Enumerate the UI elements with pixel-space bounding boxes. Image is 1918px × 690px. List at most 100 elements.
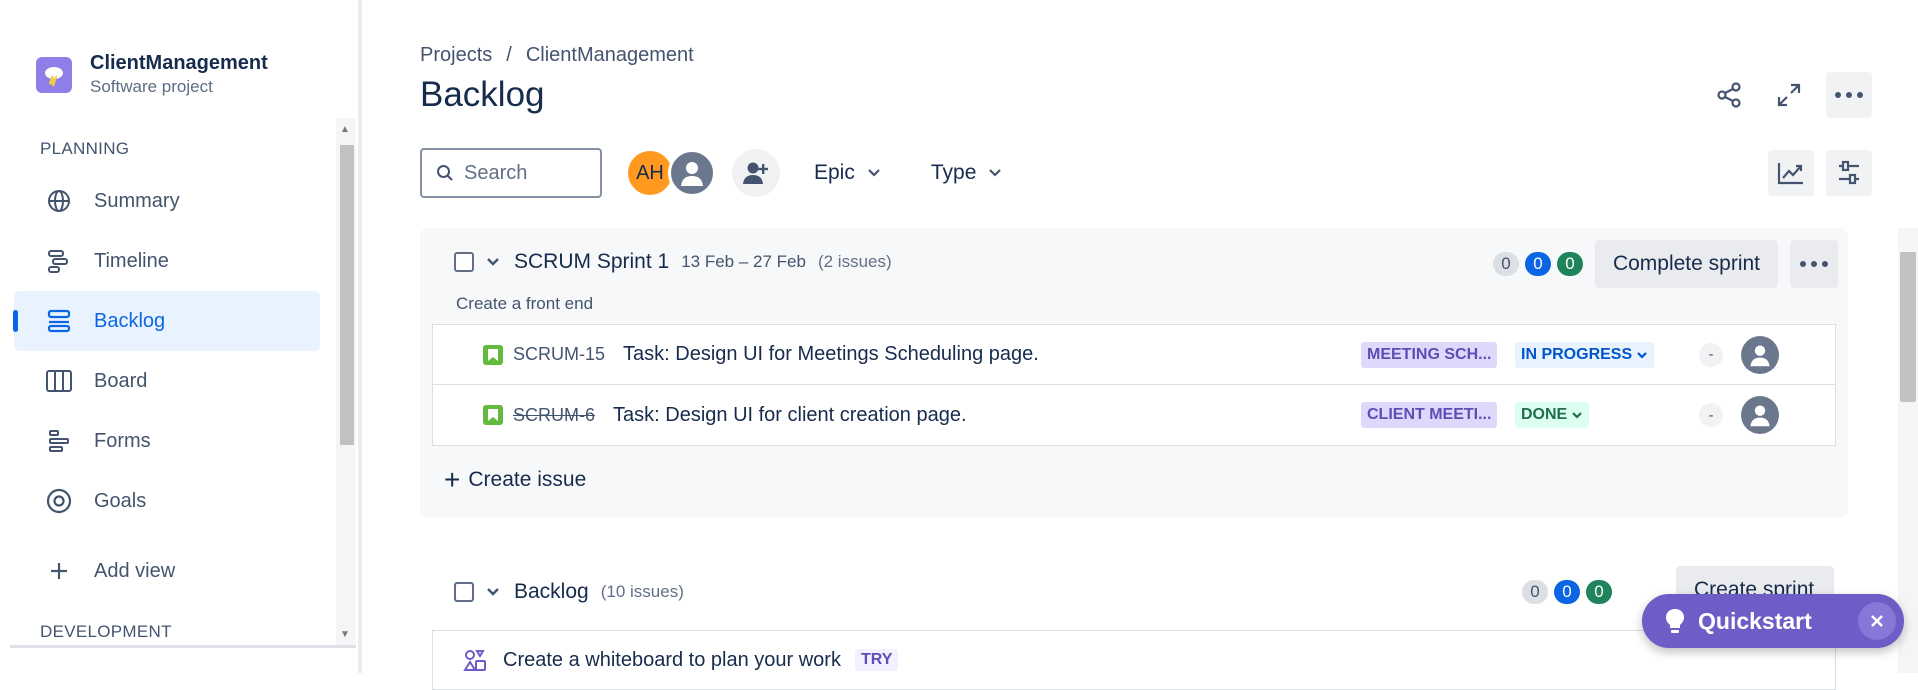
backlog-name[interactable]: Backlog	[514, 580, 589, 604]
sidebar-item-board[interactable]: Board	[14, 351, 320, 411]
search-input[interactable]	[464, 161, 594, 185]
fullscreen-button[interactable]	[1766, 72, 1812, 118]
chevron-down-icon	[868, 169, 880, 177]
type-filter[interactable]: Type	[931, 161, 1003, 185]
page-title: Backlog	[420, 75, 545, 114]
in-progress-count-badge: 0	[1554, 580, 1580, 604]
quickstart-button[interactable]: Quickstart	[1642, 594, 1904, 648]
quickstart-close-button[interactable]	[1858, 602, 1896, 640]
globe-icon	[44, 186, 74, 216]
user-icon	[681, 162, 703, 186]
issue-key[interactable]: SCRUM-15	[513, 344, 605, 365]
main-scroll-thumb[interactable]	[1900, 252, 1916, 402]
search-icon	[437, 165, 453, 181]
create-issue-label: Create issue	[468, 468, 587, 491]
status-dropdown[interactable]: DONE	[1515, 402, 1590, 428]
scroll-down-icon[interactable]: ▼	[340, 629, 350, 640]
assignee-avatar[interactable]	[1741, 335, 1779, 374]
story-points[interactable]: -	[1699, 342, 1723, 367]
sidebar-item-summary[interactable]: Summary	[14, 171, 320, 231]
sidebar-scroll-thumb[interactable]	[340, 145, 354, 445]
sidebar-divider	[10, 645, 356, 648]
sprint-goal: Create a front end	[456, 294, 594, 313]
header-actions	[1706, 72, 1872, 118]
story-icon	[483, 344, 503, 365]
sprint-more-button[interactable]	[1790, 240, 1838, 288]
chevron-down-icon	[1572, 412, 1583, 419]
timeline-icon	[44, 246, 74, 276]
sprint-issue-count: (2 issues)	[817, 252, 892, 271]
chart-trend-icon	[1777, 163, 1803, 185]
sprint-name[interactable]: SCRUM Sprint 1	[514, 250, 669, 274]
backlog-status-counts: 0 0 0	[1522, 580, 1612, 604]
quickstart-label: Quickstart	[1698, 607, 1812, 634]
project-header[interactable]: ClientManagement Software project	[36, 52, 268, 97]
issue-key[interactable]: SCRUM-6	[513, 405, 595, 426]
scroll-up-icon[interactable]: ▲	[340, 124, 350, 135]
done-count-badge: 0	[1556, 252, 1583, 276]
backlog-checkbox[interactable]	[454, 582, 474, 602]
more-icon	[1835, 92, 1863, 98]
sidebar-item-goals[interactable]: Goals	[14, 471, 320, 531]
done-count-badge: 0	[1586, 580, 1612, 604]
chevron-down-icon	[487, 258, 499, 266]
chevron-down-icon	[487, 588, 499, 596]
add-view-button[interactable]: Add view	[14, 541, 320, 601]
insights-button[interactable]	[1768, 150, 1814, 196]
sidebar-item-label: Forms	[94, 429, 151, 452]
sidebar-item-label: Summary	[94, 189, 180, 212]
sidebar-item-backlog[interactable]: Backlog	[13, 291, 320, 351]
status-dropdown[interactable]: IN PROGRESS	[1515, 341, 1655, 368]
search-box[interactable]	[420, 148, 602, 198]
todo-count-badge: 0	[1522, 580, 1548, 604]
share-icon	[1717, 82, 1741, 108]
story-points[interactable]: -	[1699, 403, 1723, 427]
project-name: ClientManagement	[90, 52, 268, 74]
expand-icon	[1777, 83, 1801, 107]
issue-summary[interactable]: Task: Design UI for client creation page…	[613, 404, 967, 427]
status-label: IN PROGRESS	[1521, 345, 1633, 363]
more-actions-button[interactable]	[1826, 72, 1872, 118]
section-development: DEVELOPMENT	[40, 622, 172, 641]
sidebar-item-forms[interactable]: Forms	[14, 411, 320, 471]
sprint-checkbox[interactable]	[454, 252, 474, 272]
section-planning: PLANNING	[40, 139, 130, 158]
breadcrumb: Projects / ClientManagement	[420, 44, 694, 67]
whiteboard-prompt[interactable]: Create a whiteboard to plan your work TR…	[432, 630, 1836, 690]
sidebar: ClientManagement Software project PLANNI…	[0, 0, 362, 673]
chevron-down-icon	[1637, 351, 1647, 359]
more-icon	[1800, 261, 1828, 267]
add-view-label: Add view	[94, 559, 176, 582]
status-label: DONE	[1521, 406, 1568, 423]
breadcrumb-project[interactable]: ClientManagement	[526, 44, 694, 67]
assignee-avatar[interactable]	[1741, 396, 1779, 434]
epic-lozenge[interactable]: CLIENT MEETI...	[1361, 402, 1498, 428]
share-button[interactable]	[1706, 72, 1752, 118]
plus-icon: +	[444, 464, 461, 495]
board-icon	[44, 366, 74, 396]
add-person-icon	[743, 162, 768, 184]
breadcrumb-separator: /	[506, 44, 512, 66]
project-type: Software project	[90, 77, 213, 96]
view-settings-button[interactable]	[1826, 150, 1872, 196]
issue-summary[interactable]: Task: Design UI for Meetings Scheduling …	[623, 343, 1039, 366]
backlog-toolbar: AH Epic Type	[420, 148, 1002, 198]
sprint-container: SCRUM Sprint 1 13 Feb – 27 Feb (2 issues…	[420, 228, 1848, 518]
try-badge: TRY	[854, 649, 899, 671]
type-filter-label: Type	[930, 161, 977, 184]
issue-row[interactable]: SCRUM-6 Task: Design UI for client creat…	[433, 385, 1835, 445]
breadcrumb-projects[interactable]: Projects	[420, 44, 492, 67]
sidebar-item-timeline[interactable]: Timeline	[14, 231, 320, 291]
epic-lozenge[interactable]: MEETING SCH...	[1361, 341, 1498, 368]
issue-row[interactable]: SCRUM-15 Task: Design UI for Meetings Sc…	[433, 325, 1835, 385]
plus-icon	[44, 556, 74, 586]
avatar-ah[interactable]: AH	[626, 149, 674, 197]
create-issue-button[interactable]: + Create issue	[444, 464, 586, 496]
user-icon	[1750, 344, 1770, 366]
epic-filter[interactable]: Epic	[814, 161, 881, 185]
sidebar-item-label: Goals	[94, 489, 147, 512]
add-people-button[interactable]	[732, 149, 780, 197]
sprint-dates: 13 Feb – 27 Feb	[681, 252, 806, 271]
complete-sprint-button[interactable]: Complete sprint	[1594, 240, 1778, 288]
avatar-user[interactable]	[668, 149, 716, 197]
